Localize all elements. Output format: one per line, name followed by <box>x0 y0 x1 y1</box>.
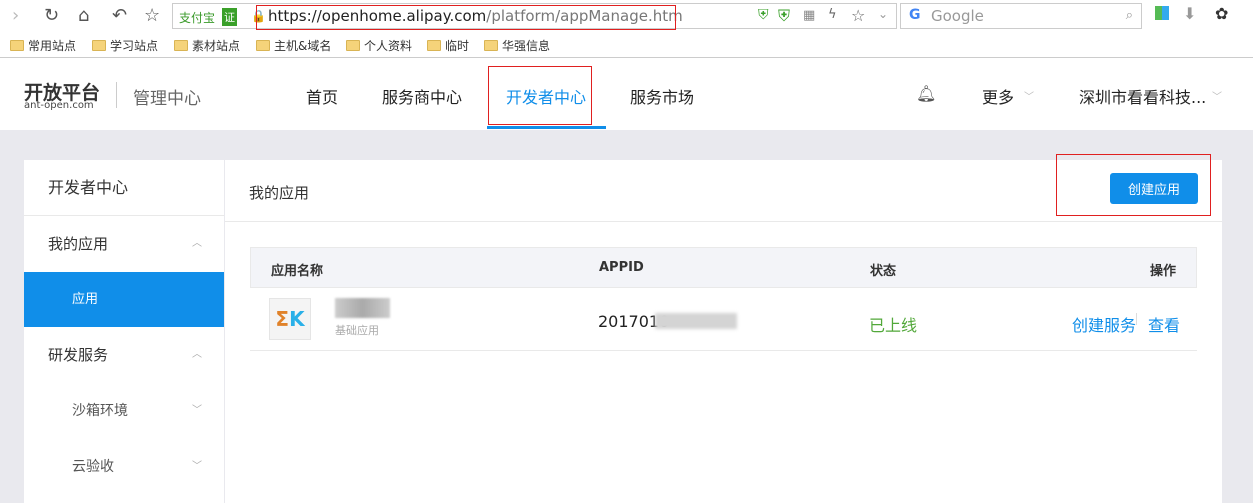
search-icon[interactable]: ⌕ <box>1126 8 1133 23</box>
search-box[interactable]: G Google ⌕ <box>900 3 1142 29</box>
appid-redacted <box>655 313 737 329</box>
app-type: 基础应用 <box>335 324 379 337</box>
star-icon[interactable]: ☆ <box>144 5 160 26</box>
apps-icon[interactable] <box>1155 6 1169 20</box>
sidebar-group-dev-services[interactable]: 研发服务 ︿ <box>24 327 224 383</box>
sidebar-item-apps[interactable]: 应用 <box>24 272 224 327</box>
highlight-developer-center <box>488 66 592 125</box>
folder-icon <box>92 40 106 51</box>
chevron-down-icon: ﹀ <box>192 405 202 416</box>
folder-icon <box>256 40 270 51</box>
qrcode-icon[interactable]: ▦ <box>803 8 815 23</box>
view-link[interactable]: 查看 <box>1148 312 1180 336</box>
highlight-create-app <box>1056 154 1211 216</box>
more-menu[interactable]: 更多 <box>982 84 1014 108</box>
google-icon: G <box>909 7 921 23</box>
divider <box>1136 313 1137 325</box>
col-appid: APPID <box>599 260 644 275</box>
folder-icon <box>427 40 441 51</box>
app-icon: ΣK <box>269 298 311 340</box>
bookmark-item[interactable]: 临时 <box>427 37 469 54</box>
shield-yen-icon[interactable]: ⛨ <box>758 7 769 23</box>
account-menu[interactable]: 深圳市看看科技... <box>1079 84 1206 108</box>
divider <box>116 82 117 108</box>
divider <box>225 221 1222 222</box>
sidebar-item-sandbox[interactable]: 沙箱环境 ﹀ <box>24 383 224 439</box>
forward-icon[interactable]: › <box>12 5 19 26</box>
bookmark-item[interactable]: 华强信息 <box>484 37 550 54</box>
shield-t-icon[interactable]: ⛨ <box>778 6 790 26</box>
extension-icon[interactable]: ✿ <box>1215 4 1228 23</box>
home-icon[interactable]: ⌂ <box>78 5 89 26</box>
table-row: ΣK 基础应用 2017010 已上线 创建服务 查看 <box>250 288 1197 351</box>
page-title: 我的应用 <box>249 184 310 202</box>
status-badge: 已上线 <box>869 316 918 335</box>
table-header: 应用名称 APPID 状态 操作 <box>250 247 1197 288</box>
folder-icon <box>174 40 188 51</box>
search-placeholder: Google <box>931 7 984 25</box>
folder-icon <box>10 40 24 51</box>
section-title: 管理中心 <box>133 89 201 109</box>
bookmark-item[interactable]: 主机&域名 <box>256 37 331 54</box>
site-header: 开放平台 ant-open.com 管理中心 首页 服务商中心 开发者中心 服务… <box>0 58 1253 130</box>
nav-service-market[interactable]: 服务市场 <box>630 84 694 108</box>
undo-icon[interactable]: ↶ <box>112 5 127 26</box>
reload-icon[interactable]: ↻ <box>44 5 59 26</box>
create-service-link[interactable]: 创建服务 <box>1072 312 1136 336</box>
active-tab-indicator <box>487 126 606 129</box>
sidebar-title: 开发者中心 <box>24 160 224 216</box>
chevron-up-icon: ︿ <box>192 349 202 360</box>
bell-icon[interactable]: 🔔︎ <box>916 84 936 103</box>
bookmark-item[interactable]: 素材站点 <box>174 37 240 54</box>
app-name-redacted <box>335 298 390 318</box>
bookmark-item[interactable]: 个人资料 <box>346 37 412 54</box>
sidebar-group-my-apps[interactable]: 我的应用 ︿ <box>24 216 224 272</box>
bookmark-item[interactable]: 学习站点 <box>92 37 158 54</box>
col-app-name: 应用名称 <box>271 264 324 279</box>
bookmarks-bar: 常用站点 学习站点 素材站点 主机&域名 个人资料 临时 华强信息 <box>0 31 1253 58</box>
highlight-url <box>256 5 676 30</box>
chevron-down-icon: ﹀ <box>1024 92 1034 103</box>
nav-home[interactable]: 首页 <box>306 84 338 108</box>
bookmark-star-icon[interactable]: ☆ <box>851 6 865 25</box>
sidebar-item-cloud-acceptance[interactable]: 云验收 ﹀ <box>24 439 224 495</box>
dropdown-chevron-icon[interactable]: ⌄ <box>878 7 888 21</box>
alipay-badge: 支付宝 <box>179 11 216 25</box>
chevron-down-icon: ﹀ <box>192 461 202 472</box>
col-status: 状态 <box>870 264 897 279</box>
chevron-down-icon: ﹀ <box>1212 92 1222 103</box>
download-icon[interactable]: ⬇ <box>1183 4 1196 23</box>
sidebar: 开发者中心 我的应用 ︿ 应用 研发服务 ︿ 沙箱环境 ﹀ 云验收 ﹀ <box>24 160 224 503</box>
col-actions: 操作 <box>1149 264 1176 279</box>
nav-provider-center[interactable]: 服务商中心 <box>382 84 462 108</box>
chevron-up-icon: ︿ <box>192 238 202 249</box>
folder-icon <box>346 40 360 51</box>
lightning-icon[interactable]: ϟ <box>828 7 837 22</box>
bookmark-item[interactable]: 常用站点 <box>10 37 76 54</box>
logo-sub: ant-open.com <box>24 100 94 111</box>
folder-icon <box>484 40 498 51</box>
cert-badge: 证 <box>222 8 237 26</box>
